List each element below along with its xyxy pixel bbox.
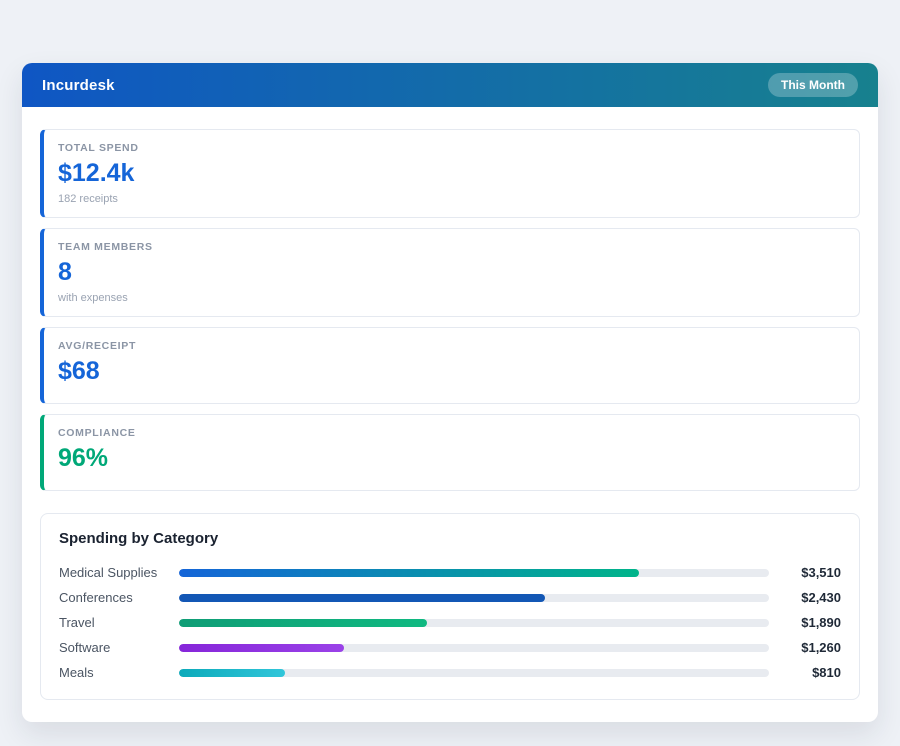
category-bar-fill <box>179 644 344 652</box>
stat-card-team-members: TEAM MEMBERS 8 with expenses <box>40 228 860 317</box>
category-bar-fill <box>179 619 427 627</box>
category-value: $1,260 <box>779 640 841 655</box>
stat-label: TOTAL SPEND <box>58 142 845 154</box>
stat-label: TEAM MEMBERS <box>58 241 845 253</box>
category-row-meals: Meals $810 <box>59 660 841 685</box>
category-label: Conferences <box>59 590 179 605</box>
category-bar-track <box>179 644 769 652</box>
panel-title: Spending by Category <box>59 530 841 547</box>
stat-label: COMPLIANCE <box>58 427 845 439</box>
stat-value: $68 <box>58 357 845 386</box>
category-bar-track <box>179 619 769 627</box>
stat-card-avg-receipt: AVG/RECEIPT $68 <box>40 327 860 404</box>
period-badge[interactable]: This Month <box>768 73 858 97</box>
category-label: Medical Supplies <box>59 565 179 580</box>
category-row-travel: Travel $1,890 <box>59 610 841 635</box>
dashboard-content: TOTAL SPEND $12.4k 182 receipts TEAM MEM… <box>22 107 878 722</box>
category-bar-track <box>179 594 769 602</box>
stat-sub: 182 receipts <box>58 193 845 205</box>
category-bar-track <box>179 569 769 577</box>
category-bar-fill <box>179 669 285 677</box>
category-row-medical-supplies: Medical Supplies $3,510 <box>59 560 841 585</box>
stat-sub: with expenses <box>58 292 845 304</box>
category-bar-fill <box>179 569 639 577</box>
stat-value: 96% <box>58 444 845 473</box>
stat-card-compliance: COMPLIANCE 96% <box>40 414 860 491</box>
category-bar-track <box>179 669 769 677</box>
app-header: Incurdesk This Month <box>22 63 878 107</box>
dashboard-card: Incurdesk This Month TOTAL SPEND $12.4k … <box>22 63 878 722</box>
category-label: Travel <box>59 615 179 630</box>
category-value: $3,510 <box>779 565 841 580</box>
category-label: Software <box>59 640 179 655</box>
category-bar-fill <box>179 594 545 602</box>
stat-label: AVG/RECEIPT <box>58 340 845 352</box>
category-value: $810 <box>779 665 841 680</box>
stat-value: $12.4k <box>58 159 845 188</box>
spending-by-category-panel: Spending by Category Medical Supplies $3… <box>40 513 860 700</box>
category-label: Meals <box>59 665 179 680</box>
category-row-conferences: Conferences $2,430 <box>59 585 841 610</box>
category-row-software: Software $1,260 <box>59 635 841 660</box>
category-value: $2,430 <box>779 590 841 605</box>
category-value: $1,890 <box>779 615 841 630</box>
stat-value: 8 <box>58 258 845 287</box>
app-title: Incurdesk <box>42 77 115 94</box>
stat-card-total-spend: TOTAL SPEND $12.4k 182 receipts <box>40 129 860 218</box>
